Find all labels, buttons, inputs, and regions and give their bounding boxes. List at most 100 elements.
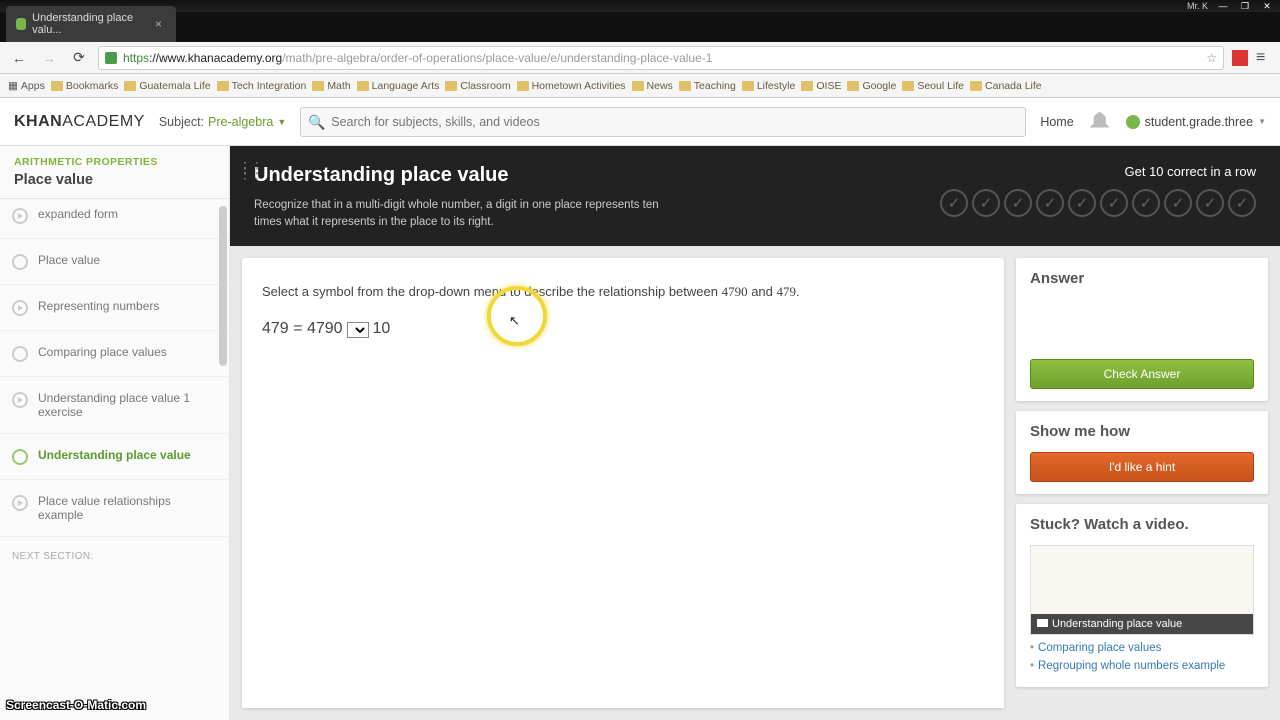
bookmark-folder[interactable]: Bookmarks [51,80,119,92]
close-icon[interactable]: ✕ [1260,1,1274,11]
bookmarks-bar: ▦ Apps Bookmarks Guatemala Life Tech Int… [0,74,1280,98]
sidebar-section-title: Place value [0,168,229,199]
home-link[interactable]: Home [1040,115,1073,129]
exercise-body: Select a symbol from the drop-down menu … [230,246,1280,720]
bookmark-folder[interactable]: Teaching [679,80,736,92]
bookmark-folder[interactable]: Canada Life [970,80,1042,92]
sidebar-item[interactable]: Understanding place value 1 exercise [0,377,229,434]
star-icon [12,449,28,465]
url-path: /math/pre-algebra/order-of-operations/pl… [282,51,712,65]
tab-close-icon[interactable]: × [155,17,162,31]
answer-card: Answer Check Answer [1016,258,1268,401]
bookmark-folder[interactable]: Seoul Life [902,80,964,92]
adblock-icon[interactable] [1232,50,1248,66]
check-answer-button[interactable]: Check Answer [1030,359,1254,389]
sidebar-list: expanded form Place value Representing n… [0,199,229,537]
page-subtitle: Recognize that in a multi-digit whole nu… [254,197,674,232]
question-text: Select a symbol from the drop-down menu … [262,282,984,303]
back-icon[interactable]: ← [8,50,30,66]
bookmark-folder[interactable]: Lifestyle [742,80,796,92]
play-icon [12,495,28,511]
cursor-icon: ↖ [509,313,520,329]
url-host: ://www.khanacademy.org [149,51,282,65]
streak-circles: ✓✓✓✓✓✓✓✓✓✓ [940,189,1256,217]
site-header: KHANACADEMY Subject: Pre-algebra ▼ 🔍 Hom… [0,98,1280,146]
equation: 479 = 4790 10 [262,320,984,338]
watermark: Screencast-O-Matic.com [6,698,146,712]
main-area: ARITHMETIC PROPERTIES Place value expand… [0,146,1280,720]
browser-menu-icon[interactable]: ≡ [1256,49,1272,67]
tab-title: Understanding place valu... [32,12,145,36]
video-card: Stuck? Watch a video. Understanding plac… [1016,504,1268,687]
video-heading: Stuck? Watch a video. [1030,516,1254,533]
site-search: 🔍 [300,107,1026,137]
sidebar-item[interactable]: Place value [0,239,229,285]
sidebar-item[interactable]: Representing numbers [0,285,229,331]
url-proto: https [123,51,149,65]
answer-heading: Answer [1030,270,1254,287]
search-icon: 🔍 [308,114,325,131]
maximize-icon[interactable]: ❐ [1238,1,1252,11]
bell-icon[interactable] [1090,112,1110,132]
play-icon [12,208,28,224]
play-icon [12,392,28,408]
apps-button[interactable]: ▦ Apps [8,80,45,92]
folder-icon [51,81,63,91]
os-titlebar: Mr. K — ❐ ✕ [0,0,1280,12]
bookmark-folder[interactable]: Math [312,80,350,92]
video-thumbnail[interactable]: Understanding place value [1030,545,1254,635]
scrollbar[interactable] [219,206,227,366]
bookmark-folder[interactable]: Guatemala Life [124,80,210,92]
bookmark-folder[interactable]: Google [847,80,896,92]
browser-tab-strip: Understanding place valu... × [0,12,1280,42]
sidebar-item[interactable]: Comparing place values [0,331,229,377]
video-icon [1037,619,1048,627]
bookmark-folder[interactable]: Tech Integration [217,80,307,92]
chevron-down-icon: ▼ [277,117,286,127]
problem-panel: Select a symbol from the drop-down menu … [242,258,1004,709]
sidebar: ARITHMETIC PROPERTIES Place value expand… [0,146,230,720]
address-bar[interactable]: https ://www.khanacademy.org /math/pre-a… [98,46,1224,70]
sidebar-item[interactable]: expanded form [0,199,229,239]
lock-icon [105,52,117,64]
drag-handle-icon[interactable]: ⋮⋮⋮⋮ [238,164,262,176]
right-rail: Answer Check Answer Show me how I'd like… [1016,258,1268,709]
os-user: Mr. K [1187,1,1208,11]
play-icon [12,300,28,316]
exercise-header: ⋮⋮⋮⋮ Understanding place value Recognize… [230,146,1280,246]
subject-dropdown[interactable]: Subject: Pre-algebra ▼ [159,115,286,129]
sidebar-item-active[interactable]: Understanding place value [0,434,229,480]
chevron-down-icon: ▼ [1258,117,1266,126]
star-icon [12,346,28,362]
hint-button[interactable]: I'd like a hint [1030,452,1254,482]
minimize-icon[interactable]: — [1216,1,1230,11]
reload-icon[interactable]: ⟳ [68,49,90,66]
browser-tab[interactable]: Understanding place valu... × [6,6,176,42]
check-icon: ✓ [940,189,968,217]
bookmark-folder[interactable]: OISE [801,80,841,92]
bookmark-folder[interactable]: Classroom [445,80,510,92]
page-title: Understanding place value [254,164,674,187]
khan-logo[interactable]: KHANACADEMY [14,113,145,131]
browser-toolbar: ← → ⟳ https ://www.khanacademy.org /math… [0,42,1280,74]
bookmark-folder[interactable]: Language Arts [357,80,440,92]
bookmark-folder[interactable]: Hometown Activities [517,80,626,92]
bookmark-star-icon[interactable]: ☆ [1206,51,1217,65]
sidebar-item[interactable]: Place value relationships example [0,480,229,537]
forward-icon[interactable]: → [38,50,60,66]
related-link[interactable]: •Regrouping whole numbers example [1030,657,1254,675]
star-icon [12,254,28,270]
streak-label: Get 10 correct in a row [940,164,1256,179]
avatar-icon [1126,115,1140,129]
hint-card: Show me how I'd like a hint [1016,411,1268,494]
operator-dropdown[interactable] [347,322,369,338]
related-link[interactable]: •Comparing place values [1030,639,1254,657]
user-menu[interactable]: student.grade.three ▼ [1126,115,1266,129]
content: ⋮⋮⋮⋮ Understanding place value Recognize… [230,146,1280,720]
related-links: •Comparing place values •Regrouping whol… [1030,635,1254,675]
streak-panel: Get 10 correct in a row ✓✓✓✓✓✓✓✓✓✓ [940,164,1256,232]
breadcrumb[interactable]: ARITHMETIC PROPERTIES [0,146,229,168]
sidebar-next-label: NEXT SECTION: [0,537,229,562]
bookmark-folder[interactable]: News [632,80,673,92]
search-input[interactable] [300,107,1026,137]
